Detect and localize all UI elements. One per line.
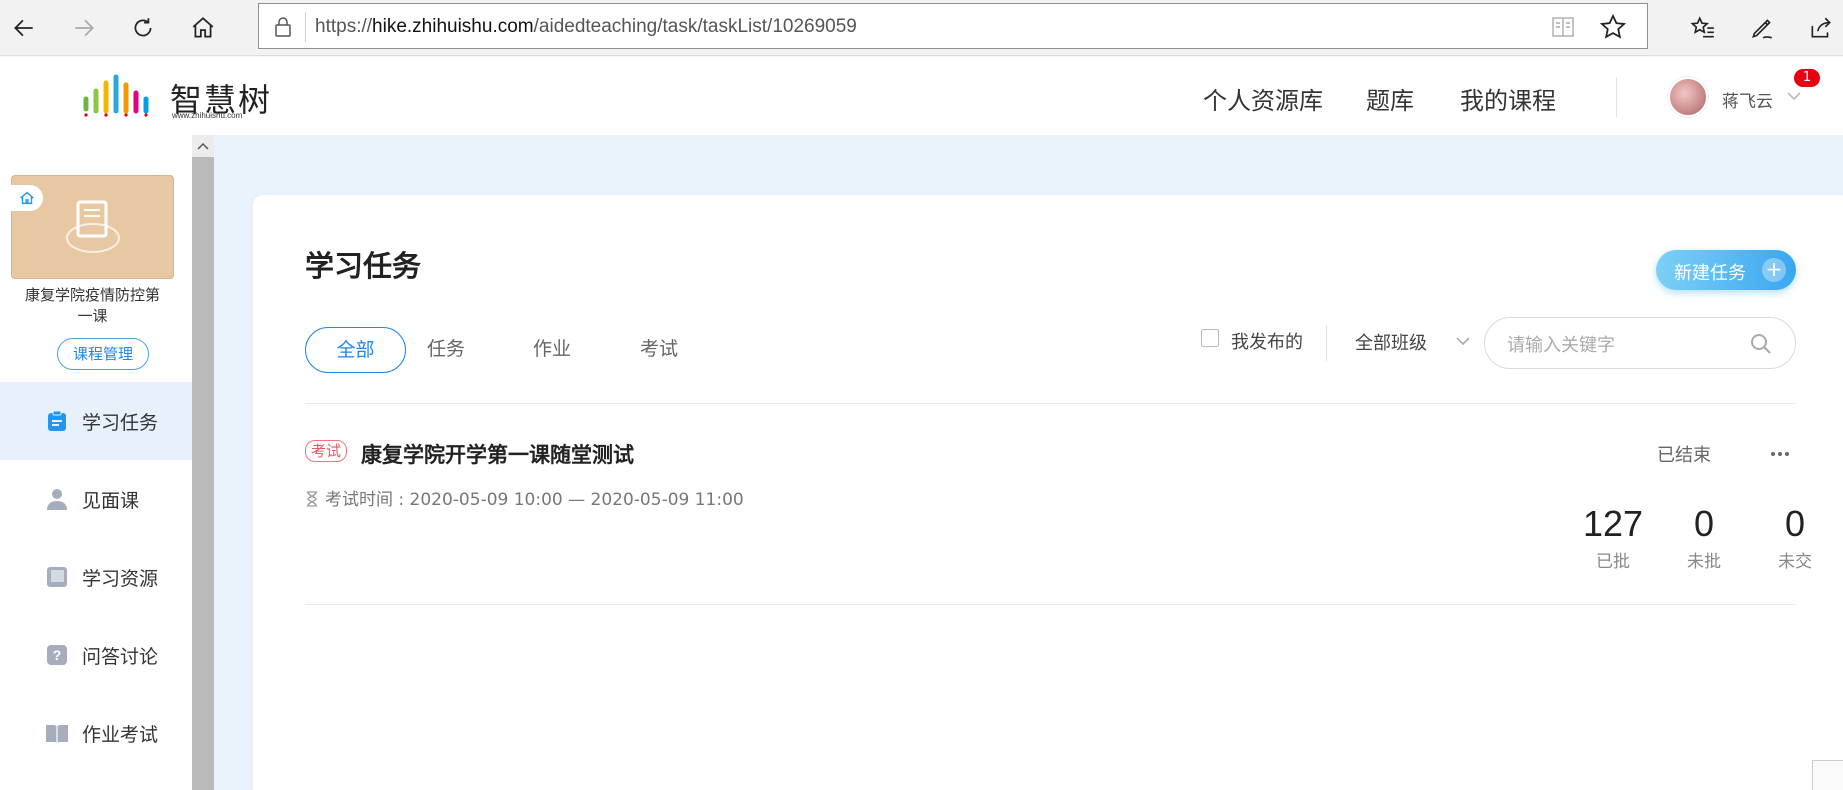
sidebar-item-label: 作业考试	[82, 723, 159, 746]
sidebar-item-label: 学习资源	[82, 567, 159, 590]
clipboard-icon	[48, 410, 66, 431]
scroll-up-arrow-icon[interactable]	[192, 135, 214, 157]
stat-label: 未批	[1687, 552, 1721, 572]
reading-view-icon[interactable]	[1551, 16, 1575, 38]
tab-task[interactable]: 任务	[423, 327, 469, 373]
stat-graded[interactable]: 127 已批	[1573, 503, 1653, 572]
class-filter-select[interactable]: 全部班级	[1355, 329, 1427, 355]
my-published-label[interactable]: 我发布的	[1231, 328, 1303, 354]
person-icon	[47, 489, 67, 510]
favorites-list-icon[interactable]	[1683, 8, 1723, 48]
sidebar-item-resources[interactable]: 学习资源	[0, 538, 192, 616]
nav-my-courses[interactable]: 我的课程	[1460, 81, 1556, 116]
logo-subtext: www.zhihuishu.com	[172, 111, 243, 120]
question-icon: ?	[47, 645, 67, 665]
sidebar-item-tasks[interactable]: 学习任务	[0, 382, 192, 460]
stat-label: 已批	[1596, 552, 1630, 572]
nav-question-bank[interactable]: 题库	[1366, 81, 1414, 116]
tab-homework[interactable]: 作业	[529, 327, 575, 373]
sidebar-scrollbar[interactable]	[192, 135, 214, 790]
list-divider	[305, 403, 1796, 404]
stat-value: 0	[1784, 503, 1806, 544]
corner-widget	[1812, 760, 1843, 790]
share-icon[interactable]	[1801, 8, 1841, 48]
sidebar-item-qa[interactable]: ? 问答讨论	[0, 616, 192, 694]
stat-unsubmitted[interactable]: 0 未交	[1755, 503, 1835, 572]
more-options-icon[interactable]	[1770, 451, 1790, 457]
stat-label: 未交	[1778, 552, 1812, 572]
refresh-icon[interactable]	[123, 8, 163, 48]
username[interactable]: 蒋飞云	[1722, 87, 1773, 112]
logo-bars-icon	[83, 74, 149, 117]
course-manage-button[interactable]: 课程管理	[57, 338, 149, 370]
sidebar-item-live-class[interactable]: 见面课	[0, 460, 192, 538]
favorite-star-icon[interactable]	[1599, 13, 1627, 41]
course-home-icon[interactable]	[11, 185, 43, 211]
url-text[interactable]: https://hike.zhihuishu.com/aidedteaching…	[315, 16, 857, 38]
page-title: 学习任务	[305, 249, 422, 283]
new-task-button[interactable]: 新建任务 +	[1656, 250, 1796, 290]
tab-exam[interactable]: 考试	[636, 327, 682, 373]
lock-icon	[275, 17, 291, 37]
header-divider	[1616, 77, 1617, 117]
sidebar-item-label: 见面课	[82, 489, 140, 512]
sidebar: 康复学院疫情防控第一课 课程管理 学习任务 见面课 学习资源 ? 问答讨论 作业…	[0, 135, 192, 790]
task-card: 学习任务 新建任务 + 全部 任务 作业 考试 我发布的 全部班级 请输入关键字…	[253, 195, 1843, 790]
new-task-label: 新建任务	[1674, 263, 1746, 284]
nav-resource-library[interactable]: 个人资源库	[1203, 81, 1323, 116]
search-box[interactable]: 请输入关键字	[1484, 317, 1796, 369]
list-divider	[305, 604, 1796, 605]
search-input[interactable]: 请输入关键字	[1507, 331, 1615, 357]
home-icon[interactable]	[183, 8, 223, 48]
zhihuishu-logo[interactable]: 智慧树 www.zhihuishu.com	[82, 73, 272, 120]
browser-toolbar: https://hike.zhihuishu.com/aidedteaching…	[0, 0, 1843, 56]
open-book-icon	[46, 725, 68, 743]
stat-value: 127	[1582, 503, 1644, 544]
task-title[interactable]: 康复学院开学第一课随堂测试	[361, 439, 634, 469]
tab-all[interactable]: 全部	[305, 327, 406, 373]
sidebar-item-homework-exam[interactable]: 作业考试	[0, 694, 192, 772]
forward-icon[interactable]	[64, 8, 104, 48]
my-published-checkbox[interactable]	[1201, 329, 1219, 347]
course-title: 康复学院疫情防控第一课	[24, 286, 160, 325]
back-icon[interactable]	[4, 8, 44, 48]
stat-value: 0	[1693, 503, 1715, 544]
sidebar-item-label: 问答讨论	[82, 645, 159, 668]
svg-text:?: ?	[53, 647, 62, 663]
chevron-down-icon[interactable]	[1455, 335, 1471, 347]
book-icon	[47, 567, 67, 587]
exam-type-badge: 考试	[305, 440, 348, 462]
filter-divider	[1326, 325, 1327, 361]
site-header: 智慧树 www.zhihuishu.com 个人资源库 题库 我的课程 蒋飞云 …	[0, 57, 1843, 135]
chevron-down-icon[interactable]	[1786, 89, 1802, 103]
address-separator	[305, 12, 306, 42]
pen-icon[interactable]	[1742, 8, 1782, 48]
task-time: 考试时间 : 2020-05-09 10:00 — 2020-05-09 11:…	[305, 485, 744, 510]
stat-ungraded[interactable]: 0 未批	[1664, 503, 1744, 572]
address-bar[interactable]: https://hike.zhihuishu.com/aidedteaching…	[258, 3, 1648, 49]
notification-badge[interactable]: 1	[1794, 69, 1820, 87]
plus-icon: +	[1762, 258, 1786, 282]
hourglass-icon	[307, 491, 317, 507]
status-badge: 已结束	[1657, 445, 1711, 466]
search-icon[interactable]	[1749, 332, 1773, 356]
sidebar-item-label: 学习任务	[82, 411, 159, 434]
avatar[interactable]	[1668, 77, 1708, 117]
